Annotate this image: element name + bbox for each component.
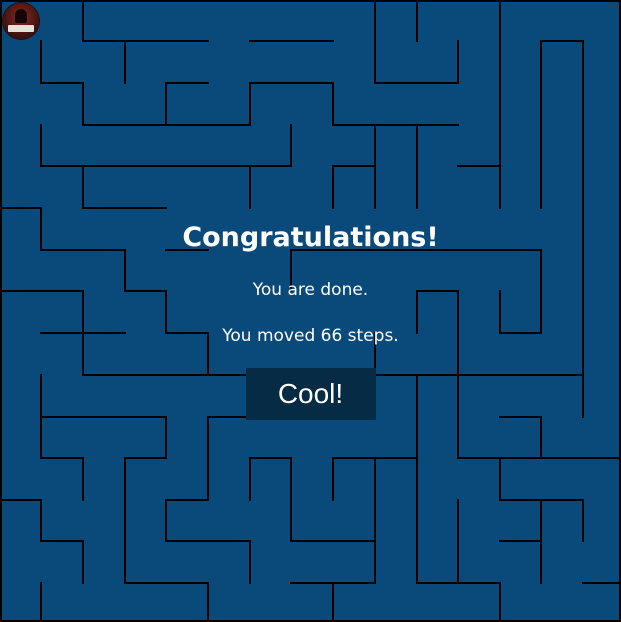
maze-game: Congratulations! You are done. You moved… [0,0,621,622]
dialog-title: Congratulations! [182,222,439,253]
avatar-figure [15,9,27,23]
congratulations-dialog: Congratulations! You are done. You moved… [0,222,621,420]
avatar-tag [8,25,34,32]
dialog-message-steps: You moved 66 steps. [222,326,399,346]
dialog-message-done: You are done. [252,280,369,300]
cool-button[interactable]: Cool! [245,368,376,420]
player-avatar-icon [3,3,39,39]
